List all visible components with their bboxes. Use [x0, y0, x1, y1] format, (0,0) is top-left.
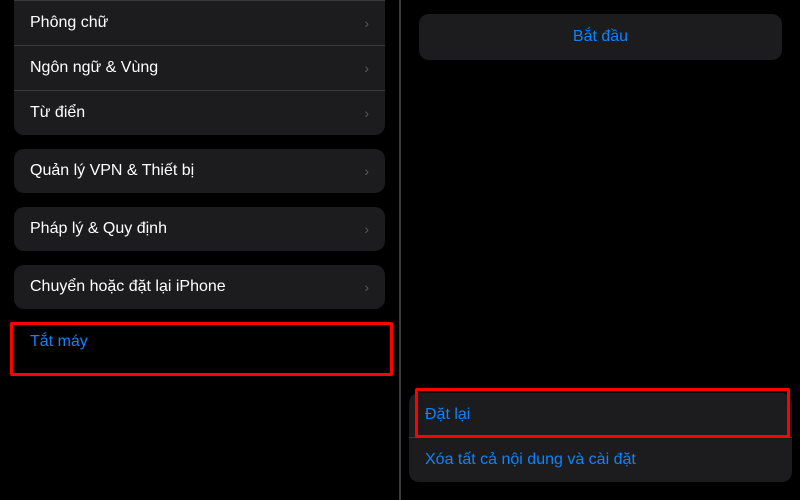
row-label: Đặt lại — [425, 406, 776, 424]
group-text-lang: Phông chữ › Ngôn ngữ & Vùng › Từ điển › — [14, 0, 385, 135]
group-legal: Pháp lý & Quy định › — [14, 207, 385, 251]
row-erase-all[interactable]: Xóa tất cả nội dung và cài đặt — [409, 437, 792, 482]
row-label: Pháp lý & Quy định — [30, 220, 356, 238]
row-label: Quản lý VPN & Thiết bị — [30, 162, 356, 180]
row-label: Ngôn ngữ & Vùng — [30, 59, 356, 77]
row-language-region[interactable]: Ngôn ngữ & Vùng › — [14, 45, 385, 90]
chevron-right-icon: › — [364, 279, 369, 295]
row-label: Phông chữ — [30, 14, 356, 32]
row-label: Chuyển hoặc đặt lại iPhone — [30, 278, 356, 296]
row-legal-regulatory[interactable]: Pháp lý & Quy định › — [14, 207, 385, 251]
screenshot-container: Phông chữ › Ngôn ngữ & Vùng › Từ điển › … — [0, 0, 800, 500]
row-label: Xóa tất cả nội dung và cài đặt — [425, 451, 776, 469]
start-button[interactable]: Bắt đầu — [419, 14, 782, 60]
start-label: Bắt đầu — [573, 28, 628, 45]
row-transfer-reset-iphone[interactable]: Chuyển hoặc đặt lại iPhone › — [14, 265, 385, 309]
chevron-right-icon: › — [364, 221, 369, 237]
group-reset-options: Đặt lại Xóa tất cả nội dung và cài đặt — [409, 393, 792, 482]
row-reset[interactable]: Đặt lại — [409, 393, 792, 437]
row-shutdown[interactable]: Tắt máy — [8, 323, 391, 361]
chevron-right-icon: › — [364, 60, 369, 76]
transfer-reset-panel: Bắt đầu Đặt lại Xóa tất cả nội dung và c… — [401, 0, 800, 500]
chevron-right-icon: › — [364, 163, 369, 179]
shutdown-label: Tắt máy — [30, 333, 88, 350]
chevron-right-icon: › — [364, 15, 369, 31]
row-label: Từ điển — [30, 104, 356, 122]
group-transfer-reset: Chuyển hoặc đặt lại iPhone › — [14, 265, 385, 309]
row-vpn-device-management[interactable]: Quản lý VPN & Thiết bị › — [14, 149, 385, 193]
row-fonts[interactable]: Phông chữ › — [14, 0, 385, 45]
chevron-right-icon: › — [364, 105, 369, 121]
row-dictionary[interactable]: Từ điển › — [14, 90, 385, 135]
group-vpn-device: Quản lý VPN & Thiết bị › — [14, 149, 385, 193]
settings-general-panel: Phông chữ › Ngôn ngữ & Vùng › Từ điển › … — [0, 0, 401, 500]
